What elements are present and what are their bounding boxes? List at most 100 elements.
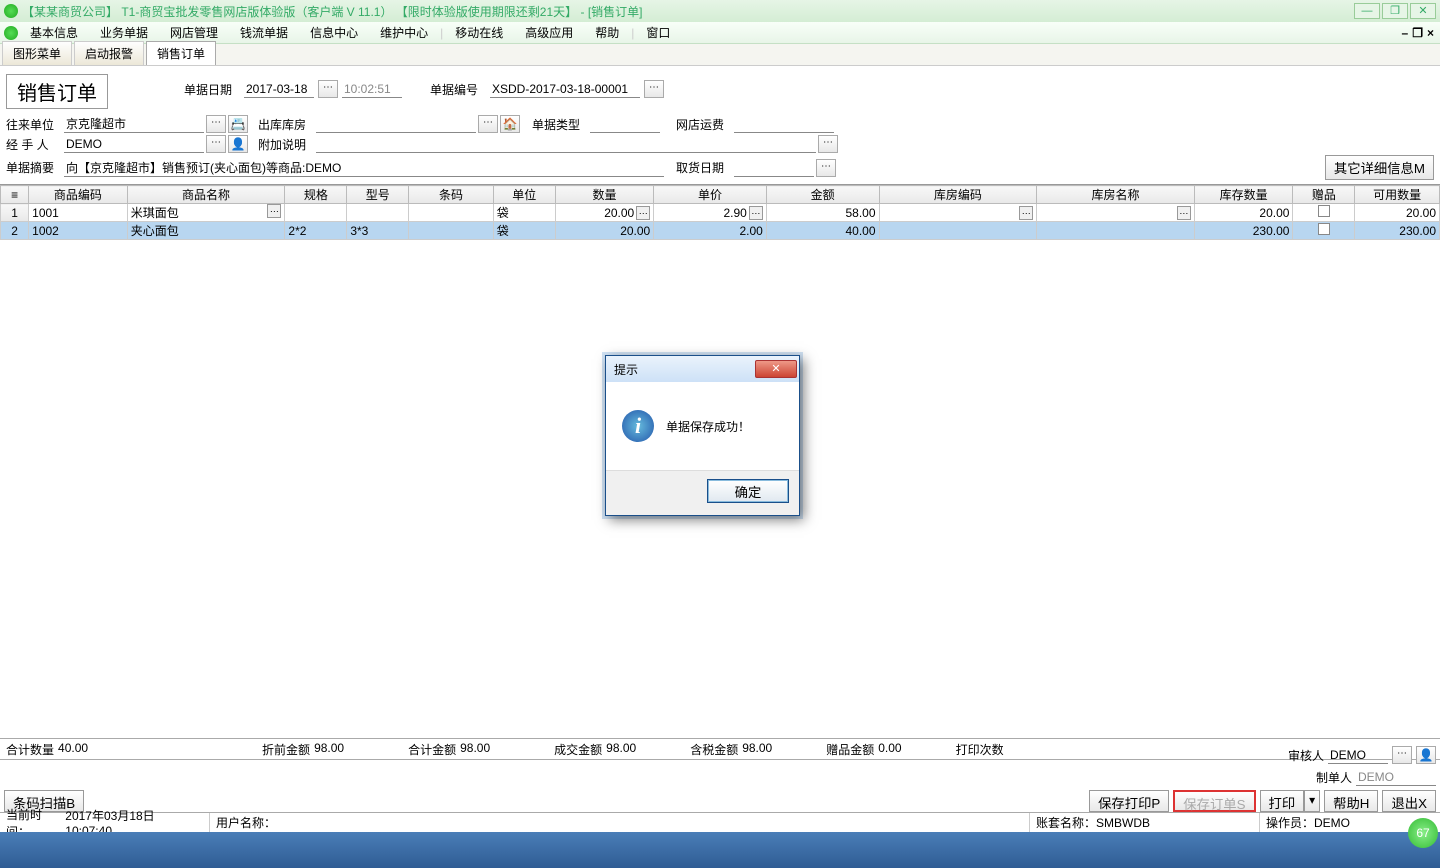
cell-picker-icon[interactable]: ⋯ <box>636 206 650 220</box>
cell-whname[interactable]: ⋯ <box>1037 204 1195 222</box>
windows-taskbar[interactable] <box>0 832 1440 868</box>
close-button[interactable]: ✕ <box>1410 3 1436 19</box>
other-detail-button[interactable]: 其它详细信息M <box>1325 155 1434 180</box>
print-button[interactable]: 打印 <box>1260 790 1305 812</box>
cell-unit[interactable]: 袋 <box>493 204 555 222</box>
tab-sales-order[interactable]: 销售订单 <box>146 41 216 65</box>
cell-qty[interactable]: 20.00⋯ <box>555 204 654 222</box>
cell-price[interactable]: 2.90⋯ <box>654 204 767 222</box>
row-number[interactable]: 1 <box>1 204 29 222</box>
exit-button[interactable]: 退出X <box>1382 790 1436 812</box>
cell-whname[interactable] <box>1037 222 1195 240</box>
col-spec[interactable]: 规格 <box>285 186 347 204</box>
col-rownum[interactable]: ≡ <box>1 186 29 204</box>
bill-date-picker-button[interactable]: ⋯ <box>318 80 338 98</box>
reviewer-detail-icon[interactable]: 👤 <box>1416 746 1436 764</box>
cell-picker-icon[interactable]: ⋯ <box>1177 206 1191 220</box>
handler-detail-icon[interactable]: 👤 <box>228 135 248 153</box>
cell-whcode[interactable]: ⋯ <box>879 204 1037 222</box>
cell-barcode[interactable] <box>409 222 493 240</box>
col-whname[interactable]: 库房名称 <box>1037 186 1195 204</box>
cell-picker-icon[interactable]: ⋯ <box>749 206 763 220</box>
notification-bubble[interactable]: 67 <box>1408 818 1438 848</box>
col-qty[interactable]: 数量 <box>555 186 654 204</box>
print-dropdown-button[interactable]: ▾ <box>1304 790 1320 812</box>
cell-unit[interactable]: 袋 <box>493 222 555 240</box>
freight-input[interactable] <box>734 115 834 133</box>
cell-whcode[interactable] <box>879 222 1037 240</box>
cell-gift[interactable] <box>1293 222 1355 240</box>
cell-amount[interactable]: 58.00 <box>766 204 879 222</box>
col-amount[interactable]: 金额 <box>766 186 879 204</box>
cell-picker-icon[interactable]: ⋯ <box>267 204 281 218</box>
menu-maintain[interactable]: 维护中心 <box>370 22 438 43</box>
menu-money[interactable]: 钱流单据 <box>230 22 298 43</box>
maximize-button[interactable]: ❐ <box>1382 3 1408 19</box>
handler-picker-button[interactable]: ⋯ <box>206 135 226 153</box>
cell-avail[interactable]: 20.00 <box>1355 204 1440 222</box>
handler-input[interactable] <box>64 135 204 153</box>
bill-no-input[interactable] <box>490 80 640 98</box>
cell-spec[interactable] <box>285 204 347 222</box>
minimize-button[interactable]: — <box>1354 3 1380 19</box>
bill-type-input[interactable] <box>590 115 660 133</box>
customer-input[interactable] <box>64 115 204 133</box>
tab-alarm[interactable]: 启动报警 <box>74 41 144 65</box>
bill-no-picker-button[interactable]: ⋯ <box>644 80 664 98</box>
reviewer-picker-button[interactable]: ⋯ <box>1392 746 1412 764</box>
save-print-button[interactable]: 保存打印P <box>1089 790 1169 812</box>
cell-picker-icon[interactable]: ⋯ <box>1019 206 1033 220</box>
checkbox-icon[interactable] <box>1318 205 1330 217</box>
mdi-restore-icon[interactable]: ❐ <box>1412 26 1423 40</box>
cell-spec[interactable]: 2*2 <box>285 222 347 240</box>
cell-avail[interactable]: 230.00 <box>1355 222 1440 240</box>
cell-price[interactable]: 2.00 <box>654 222 767 240</box>
table-row[interactable]: 1 1001 米琪面包⋯ 袋 20.00⋯ 2.90⋯ 58.00 ⋯ ⋯ 20… <box>1 204 1440 222</box>
checkbox-icon[interactable] <box>1318 223 1330 235</box>
cell-name[interactable]: 米琪面包⋯ <box>127 204 285 222</box>
row-number[interactable]: 2 <box>1 222 29 240</box>
cell-barcode[interactable] <box>409 204 493 222</box>
menu-basic-info[interactable]: 基本信息 <box>20 22 88 43</box>
customer-detail-icon[interactable]: 📇 <box>228 115 248 133</box>
cell-gift[interactable] <box>1293 204 1355 222</box>
menu-info[interactable]: 信息中心 <box>300 22 368 43</box>
note-input[interactable] <box>316 135 816 153</box>
customer-picker-button[interactable]: ⋯ <box>206 115 226 133</box>
note-picker-button[interactable]: ⋯ <box>818 135 838 153</box>
summary-input[interactable] <box>64 159 664 177</box>
col-model[interactable]: 型号 <box>347 186 409 204</box>
cell-amount[interactable]: 40.00 <box>766 222 879 240</box>
mdi-close-icon[interactable]: × <box>1427 26 1434 40</box>
cell-name[interactable]: 夹心面包 <box>127 222 285 240</box>
pickup-input[interactable] <box>734 159 814 177</box>
col-name[interactable]: 商品名称 <box>127 186 285 204</box>
cell-stock[interactable]: 20.00 <box>1194 204 1293 222</box>
col-barcode[interactable]: 条码 <box>409 186 493 204</box>
help-button[interactable]: 帮助H <box>1324 790 1378 812</box>
cell-model[interactable] <box>347 204 409 222</box>
reviewer-input[interactable] <box>1328 746 1388 764</box>
cell-model[interactable]: 3*3 <box>347 222 409 240</box>
dialog-close-button[interactable]: ✕ <box>755 360 797 378</box>
col-code[interactable]: 商品编码 <box>29 186 128 204</box>
warehouse-input[interactable] <box>316 115 476 133</box>
col-whcode[interactable]: 库房编码 <box>879 186 1037 204</box>
menu-window[interactable]: 窗口 <box>636 22 680 43</box>
cell-code[interactable]: 1001 <box>29 204 128 222</box>
cell-stock[interactable]: 230.00 <box>1194 222 1293 240</box>
col-avail[interactable]: 可用数量 <box>1355 186 1440 204</box>
col-unit[interactable]: 单位 <box>493 186 555 204</box>
col-stock[interactable]: 库存数量 <box>1194 186 1293 204</box>
menu-mobile[interactable]: 移动在线 <box>445 22 513 43</box>
table-row[interactable]: 2 1002 夹心面包 2*2 3*3 袋 20.00 2.00 40.00 2… <box>1 222 1440 240</box>
cell-code[interactable]: 1002 <box>29 222 128 240</box>
tab-graphic-menu[interactable]: 图形菜单 <box>2 41 72 65</box>
line-items-table[interactable]: ≡ 商品编码 商品名称 规格 型号 条码 单位 数量 单价 金额 库房编码 库房… <box>0 184 1440 240</box>
menu-business[interactable]: 业务单据 <box>90 22 158 43</box>
col-price[interactable]: 单价 <box>654 186 767 204</box>
col-gift[interactable]: 赠品 <box>1293 186 1355 204</box>
save-order-button[interactable]: 保存订单S <box>1173 790 1255 812</box>
bill-date-input[interactable] <box>244 80 314 98</box>
menu-help[interactable]: 帮助 <box>585 22 629 43</box>
